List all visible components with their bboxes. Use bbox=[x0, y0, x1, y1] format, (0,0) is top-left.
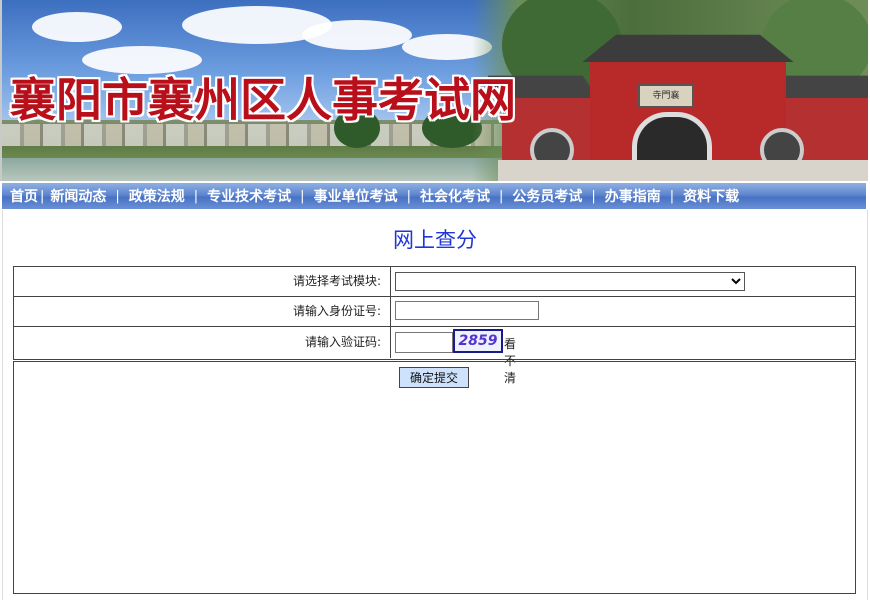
site-title: 襄阳市襄州区人事考试网 bbox=[10, 73, 516, 127]
nav-separator: | bbox=[591, 188, 596, 204]
nav-item-home[interactable]: 首页 bbox=[10, 186, 38, 206]
form-row-id: 请输入身份证号: bbox=[14, 297, 855, 327]
form-row-captcha: 请输入验证码: 2859 看不清 bbox=[14, 327, 855, 385]
id-number-label: 请输入身份证号: bbox=[14, 297, 391, 326]
main-nav: 首页 | 新闻动态 | 政策法规 | 专业技术考试 | 事业单位考试 | 社会化… bbox=[2, 183, 866, 209]
module-label: 请选择考试模块: bbox=[14, 267, 391, 296]
page-title: 网上查分 bbox=[393, 228, 477, 252]
cloud-shape bbox=[32, 12, 122, 42]
form-row-module: 请选择考试模块: bbox=[14, 267, 855, 297]
nav-item-institution-exam[interactable]: 事业单位考试 bbox=[314, 186, 398, 206]
nav-item-news[interactable]: 新闻动态 bbox=[50, 186, 106, 206]
exam-module-select[interactable] bbox=[395, 272, 745, 291]
temple-plaque: 寺門襄 bbox=[638, 84, 694, 108]
score-query-form: 请选择考试模块: 请输入身份证号: 请输入验证码: 2859 看不清 bbox=[13, 266, 856, 385]
nav-separator: | bbox=[40, 188, 45, 204]
nav-separator: | bbox=[115, 188, 120, 204]
nav-separator: | bbox=[669, 188, 675, 204]
nav-separator: | bbox=[300, 188, 305, 204]
captcha-input[interactable] bbox=[395, 332, 453, 353]
nav-separator: | bbox=[193, 188, 199, 204]
id-number-input[interactable] bbox=[395, 301, 539, 320]
temple-base bbox=[498, 160, 868, 181]
nav-separator: | bbox=[406, 188, 411, 204]
submit-button[interactable]: 确定提交 bbox=[399, 367, 469, 388]
captcha-image[interactable]: 2859 bbox=[453, 329, 503, 353]
nav-item-social-exam[interactable]: 社会化考试 bbox=[420, 186, 490, 206]
nav-item-downloads[interactable]: 资料下载 bbox=[683, 186, 739, 206]
nav-separator: | bbox=[498, 188, 504, 204]
nav-item-civil-servant-exam[interactable]: 公务员考试 bbox=[512, 186, 582, 206]
nav-item-professional-exam[interactable]: 专业技术考试 bbox=[207, 186, 291, 206]
result-area bbox=[13, 361, 856, 594]
site-banner: 寺門襄 襄阳市襄州区人事考试网 bbox=[0, 0, 868, 181]
nav-item-guide[interactable]: 办事指南 bbox=[605, 186, 661, 206]
captcha-label: 请输入验证码: bbox=[14, 327, 391, 358]
nav-item-policy[interactable]: 政策法规 bbox=[129, 186, 185, 206]
cloud-shape bbox=[302, 20, 412, 50]
